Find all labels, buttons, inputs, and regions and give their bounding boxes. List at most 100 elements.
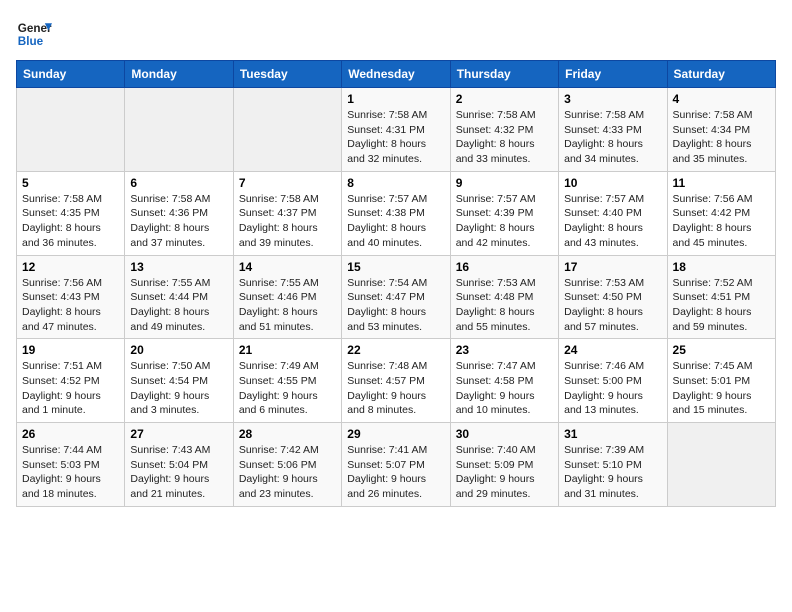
calendar-cell: 15Sunrise: 7:54 AM Sunset: 4:47 PM Dayli… — [342, 255, 450, 339]
calendar-cell: 28 Sunrise: 7:42 AM Sunset: 5:06 PM Dayli… — [233, 423, 341, 507]
calendar-cell: 29 Sunrise: 7:41 AM Sunset: 5:07 PM Dayli… — [342, 423, 450, 507]
day-number: 24 — [564, 343, 661, 357]
day-number: 11 — [673, 176, 770, 190]
day-info: Sunrise: 7:40 AM Sunset: 5:09 PM Dayligh… — [456, 443, 553, 502]
calendar-week-2: 5Sunrise: 7:58 AM Sunset: 4:35 PM Daylig… — [17, 171, 776, 255]
day-info: Sunrise: 7:58 AM Sunset: 4:33 PM Dayligh… — [564, 108, 661, 167]
day-number: 3 — [564, 92, 661, 106]
weekday-header-saturday: Saturday — [667, 61, 775, 88]
day-number: 29 — [347, 427, 444, 441]
page-header: General Blue — [16, 16, 776, 52]
weekday-header-monday: Monday — [125, 61, 233, 88]
calendar-table: SundayMondayTuesdayWednesdayThursdayFrid… — [16, 60, 776, 507]
day-number: 2 — [456, 92, 553, 106]
day-info: Sunrise: 7:55 AM Sunset: 4:46 PM Dayligh… — [239, 276, 336, 335]
day-info: Sunrise: 7:58 AM Sunset: 4:37 PM Dayligh… — [239, 192, 336, 251]
day-number: 6 — [130, 176, 227, 190]
weekday-header-friday: Friday — [559, 61, 667, 88]
day-info: Sunrise: 7:49 AM Sunset: 4:55 PM Dayligh… — [239, 359, 336, 418]
calendar-week-4: 19Sunrise: 7:51 AM Sunset: 4:52 PM Dayli… — [17, 339, 776, 423]
calendar-cell: 18 Sunrise: 7:52 AM Sunset: 4:51 PM Dayli… — [667, 255, 775, 339]
day-number: 9 — [456, 176, 553, 190]
calendar-cell: 31 Sunrise: 7:39 AM Sunset: 5:10 PM Dayli… — [559, 423, 667, 507]
calendar-cell: 8Sunrise: 7:57 AM Sunset: 4:38 PM Daylig… — [342, 171, 450, 255]
calendar-cell: 14 Sunrise: 7:55 AM Sunset: 4:46 PM Dayli… — [233, 255, 341, 339]
day-number: 27 — [130, 427, 227, 441]
day-number: 14 — [239, 260, 336, 274]
calendar-cell: 23Sunrise: 7:47 AM Sunset: 4:58 PM Dayli… — [450, 339, 558, 423]
day-number: 28 — [239, 427, 336, 441]
day-number: 31 — [564, 427, 661, 441]
day-number: 12 — [22, 260, 119, 274]
calendar-cell: 26Sunrise: 7:44 AM Sunset: 5:03 PM Dayli… — [17, 423, 125, 507]
logo-icon: General Blue — [16, 16, 52, 52]
day-info: Sunrise: 7:58 AM Sunset: 4:31 PM Dayligh… — [347, 108, 444, 167]
calendar-cell: 9 Sunrise: 7:57 AM Sunset: 4:39 PM Daylig… — [450, 171, 558, 255]
weekday-header-tuesday: Tuesday — [233, 61, 341, 88]
day-info: Sunrise: 7:41 AM Sunset: 5:07 PM Dayligh… — [347, 443, 444, 502]
day-number: 20 — [130, 343, 227, 357]
day-number: 16 — [456, 260, 553, 274]
day-number: 19 — [22, 343, 119, 357]
day-info: Sunrise: 7:57 AM Sunset: 4:40 PM Dayligh… — [564, 192, 661, 251]
weekday-header-thursday: Thursday — [450, 61, 558, 88]
day-info: Sunrise: 7:43 AM Sunset: 5:04 PM Dayligh… — [130, 443, 227, 502]
day-number: 5 — [22, 176, 119, 190]
calendar-cell: 24 Sunrise: 7:46 AM Sunset: 5:00 PM Dayli… — [559, 339, 667, 423]
calendar-week-5: 26Sunrise: 7:44 AM Sunset: 5:03 PM Dayli… — [17, 423, 776, 507]
day-info: Sunrise: 7:44 AM Sunset: 5:03 PM Dayligh… — [22, 443, 119, 502]
calendar-cell: 30 Sunrise: 7:40 AM Sunset: 5:09 PM Dayli… — [450, 423, 558, 507]
calendar-cell: 3 Sunrise: 7:58 AM Sunset: 4:33 PM Daylig… — [559, 88, 667, 172]
calendar-cell: 21 Sunrise: 7:49 AM Sunset: 4:55 PM Dayli… — [233, 339, 341, 423]
calendar-cell: 11 Sunrise: 7:56 AM Sunset: 4:42 PM Dayli… — [667, 171, 775, 255]
day-info: Sunrise: 7:53 AM Sunset: 4:48 PM Dayligh… — [456, 276, 553, 335]
calendar-cell: 25 Sunrise: 7:45 AM Sunset: 5:01 PM Dayli… — [667, 339, 775, 423]
calendar-header: SundayMondayTuesdayWednesdayThursdayFrid… — [17, 61, 776, 88]
day-info: Sunrise: 7:58 AM Sunset: 4:36 PM Dayligh… — [130, 192, 227, 251]
day-number: 13 — [130, 260, 227, 274]
day-info: Sunrise: 7:56 AM Sunset: 4:42 PM Dayligh… — [673, 192, 770, 251]
day-info: Sunrise: 7:57 AM Sunset: 4:39 PM Dayligh… — [456, 192, 553, 251]
weekday-row: SundayMondayTuesdayWednesdayThursdayFrid… — [17, 61, 776, 88]
calendar-week-3: 12 Sunrise: 7:56 AM Sunset: 4:43 PM Dayli… — [17, 255, 776, 339]
day-info: Sunrise: 7:45 AM Sunset: 5:01 PM Dayligh… — [673, 359, 770, 418]
day-number: 21 — [239, 343, 336, 357]
weekday-header-wednesday: Wednesday — [342, 61, 450, 88]
day-info: Sunrise: 7:50 AM Sunset: 4:54 PM Dayligh… — [130, 359, 227, 418]
day-number: 15 — [347, 260, 444, 274]
day-info: Sunrise: 7:58 AM Sunset: 4:34 PM Dayligh… — [673, 108, 770, 167]
calendar-cell: 4 Sunrise: 7:58 AM Sunset: 4:34 PM Daylig… — [667, 88, 775, 172]
day-info: Sunrise: 7:56 AM Sunset: 4:43 PM Dayligh… — [22, 276, 119, 335]
calendar-cell: 19Sunrise: 7:51 AM Sunset: 4:52 PM Dayli… — [17, 339, 125, 423]
logo: General Blue — [16, 16, 56, 52]
day-number: 17 — [564, 260, 661, 274]
day-number: 1 — [347, 92, 444, 106]
calendar-cell: 1 Sunrise: 7:58 AM Sunset: 4:31 PM Daylig… — [342, 88, 450, 172]
calendar-cell — [125, 88, 233, 172]
day-number: 4 — [673, 92, 770, 106]
calendar-cell: 5Sunrise: 7:58 AM Sunset: 4:35 PM Daylig… — [17, 171, 125, 255]
day-info: Sunrise: 7:39 AM Sunset: 5:10 PM Dayligh… — [564, 443, 661, 502]
svg-text:Blue: Blue — [18, 35, 44, 48]
calendar-cell: 20 Sunrise: 7:50 AM Sunset: 4:54 PM Dayli… — [125, 339, 233, 423]
calendar-cell: 10 Sunrise: 7:57 AM Sunset: 4:40 PM Dayli… — [559, 171, 667, 255]
calendar-cell: 2 Sunrise: 7:58 AM Sunset: 4:32 PM Daylig… — [450, 88, 558, 172]
calendar-week-1: 1 Sunrise: 7:58 AM Sunset: 4:31 PM Daylig… — [17, 88, 776, 172]
day-number: 25 — [673, 343, 770, 357]
calendar-body: 1 Sunrise: 7:58 AM Sunset: 4:31 PM Daylig… — [17, 88, 776, 507]
day-info: Sunrise: 7:48 AM Sunset: 4:57 PM Dayligh… — [347, 359, 444, 418]
day-info: Sunrise: 7:47 AM Sunset: 4:58 PM Dayligh… — [456, 359, 553, 418]
calendar-cell — [233, 88, 341, 172]
day-info: Sunrise: 7:57 AM Sunset: 4:38 PM Dayligh… — [347, 192, 444, 251]
day-number: 10 — [564, 176, 661, 190]
day-info: Sunrise: 7:42 AM Sunset: 5:06 PM Dayligh… — [239, 443, 336, 502]
day-number: 30 — [456, 427, 553, 441]
day-info: Sunrise: 7:52 AM Sunset: 4:51 PM Dayligh… — [673, 276, 770, 335]
calendar-cell: 7Sunrise: 7:58 AM Sunset: 4:37 PM Daylig… — [233, 171, 341, 255]
day-number: 22 — [347, 343, 444, 357]
day-info: Sunrise: 7:58 AM Sunset: 4:32 PM Dayligh… — [456, 108, 553, 167]
day-info: Sunrise: 7:46 AM Sunset: 5:00 PM Dayligh… — [564, 359, 661, 418]
calendar-cell: 17Sunrise: 7:53 AM Sunset: 4:50 PM Dayli… — [559, 255, 667, 339]
day-number: 18 — [673, 260, 770, 274]
calendar-cell: 22 Sunrise: 7:48 AM Sunset: 4:57 PM Dayli… — [342, 339, 450, 423]
